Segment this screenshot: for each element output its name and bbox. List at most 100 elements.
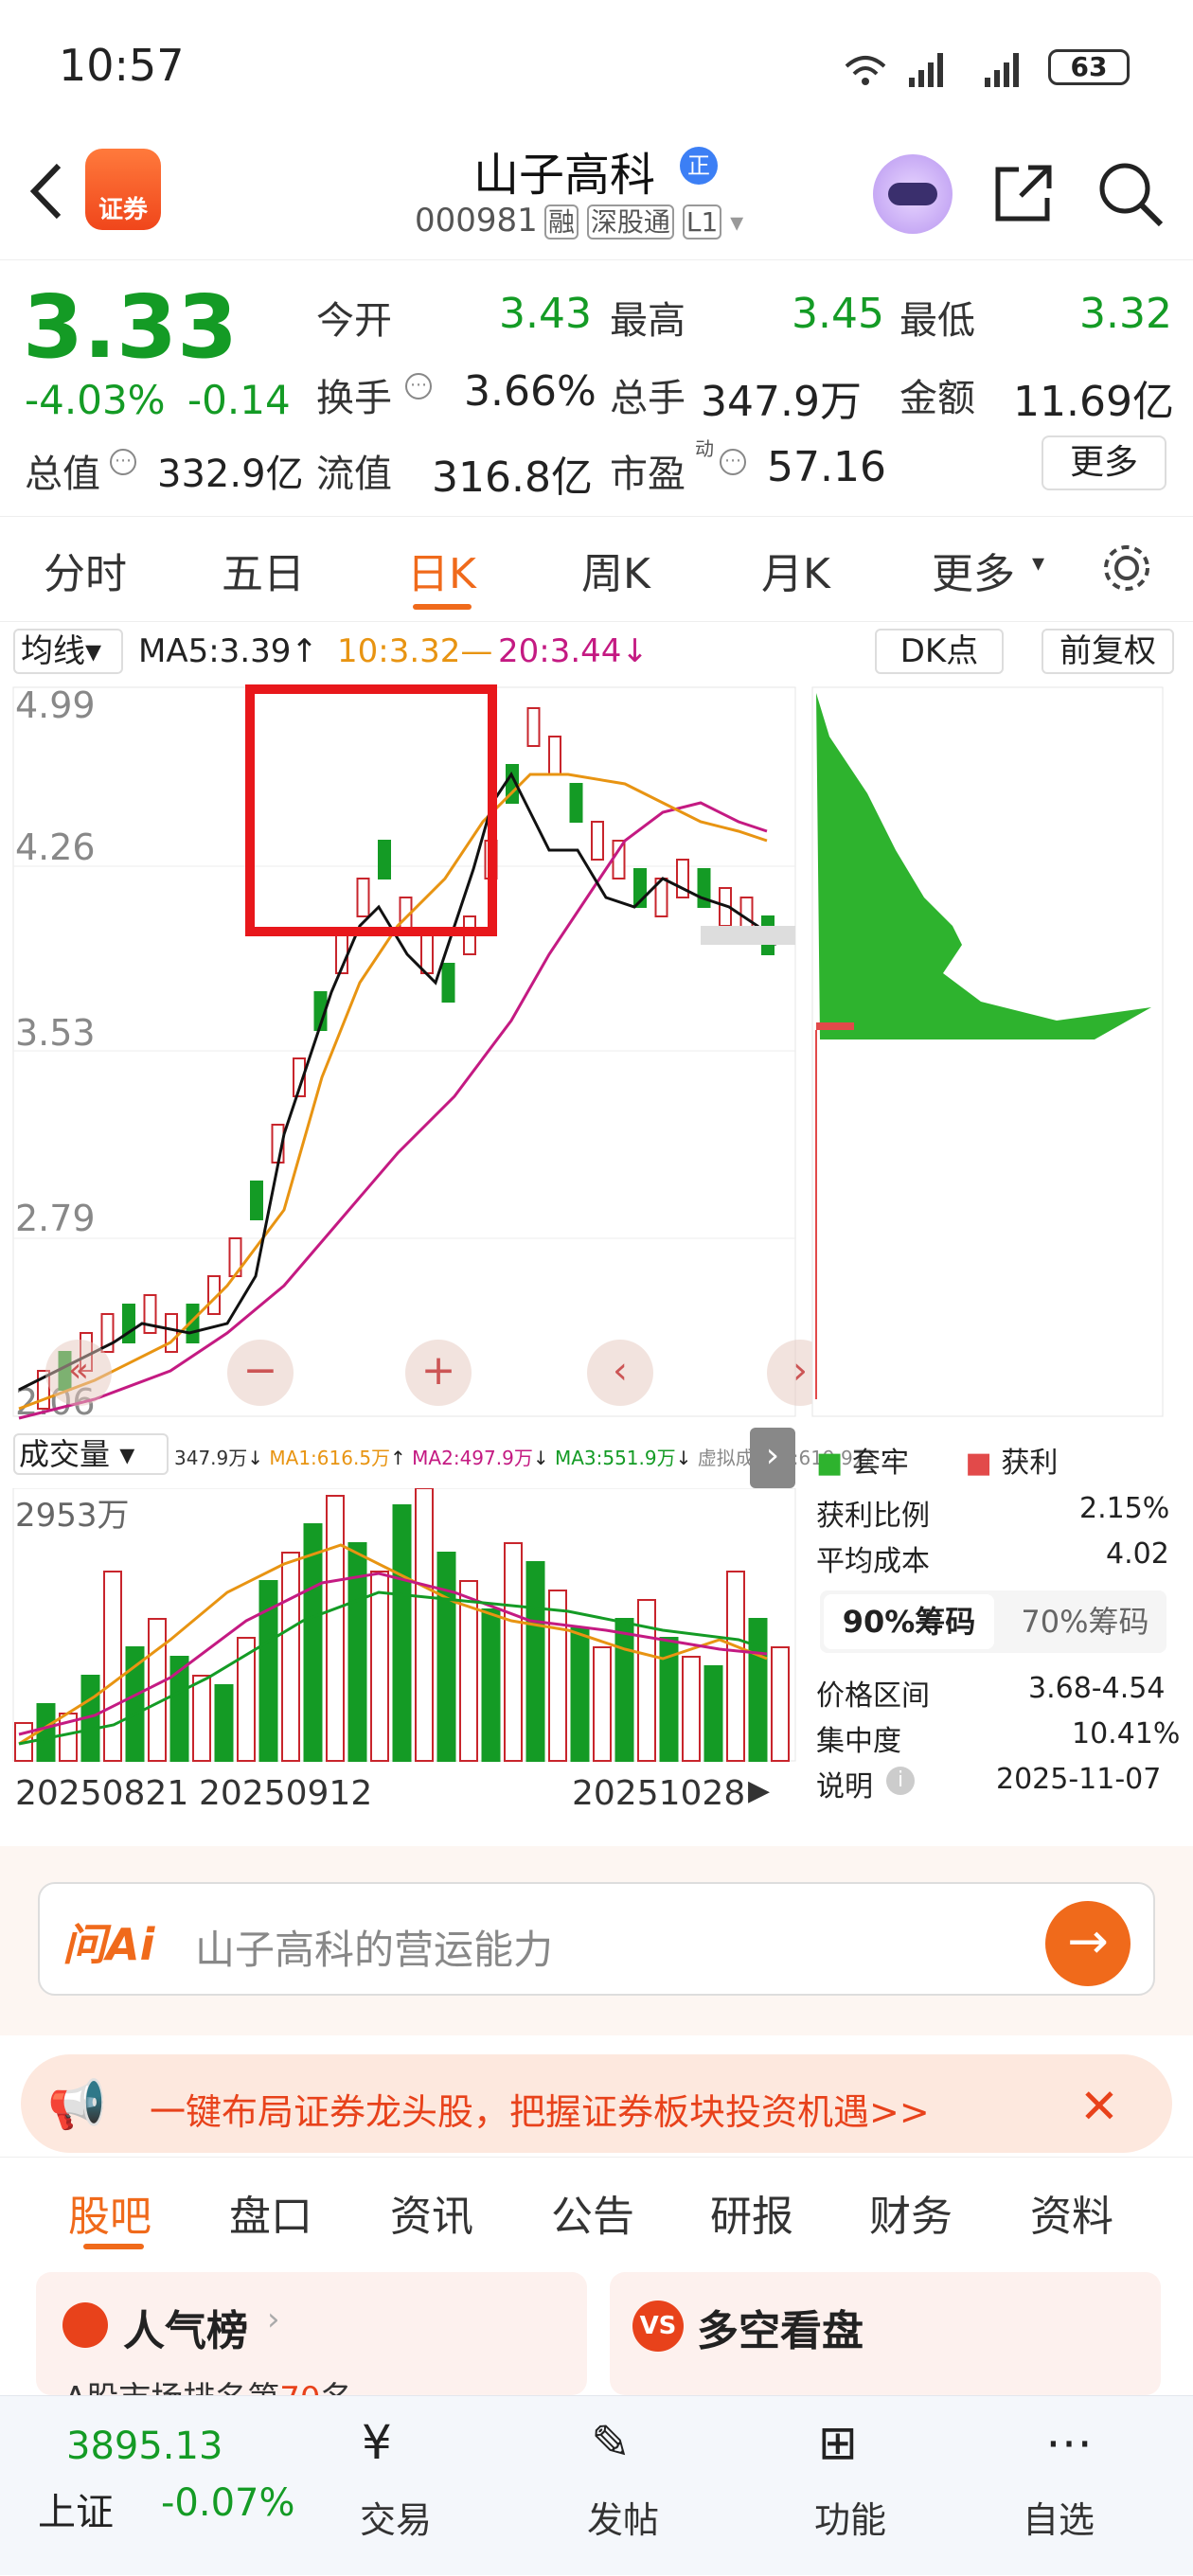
volume-bar [148, 1618, 167, 1762]
tab-orderbook[interactable]: 盘口 [229, 2182, 312, 2243]
candle [569, 783, 583, 823]
date-label-2: 20250912 [199, 1774, 373, 1813]
trade-icon[interactable]: ¥ [362, 2415, 392, 2470]
search-icon[interactable] [1095, 158, 1166, 230]
candle [250, 1181, 263, 1220]
nav-watchlist[interactable]: 自选 [1023, 2491, 1095, 2543]
axis-2.79: 2.79 [15, 1198, 96, 1239]
volume-bar [481, 1608, 501, 1762]
candle [420, 934, 434, 974]
signal-icons [845, 53, 1019, 87]
dk-point-button[interactable]: DK点 [875, 629, 1004, 674]
ma-selector[interactable]: 均线▾ [13, 629, 123, 674]
volume-selector[interactable]: 成交量 ▾ [13, 1433, 169, 1475]
stock-name: 山子高科 [473, 149, 656, 202]
axis-4.99: 4.99 [15, 684, 96, 726]
tab-news[interactable]: 资讯 [390, 2182, 473, 2243]
volume-bar [682, 1656, 701, 1762]
share-icon[interactable] [990, 160, 1057, 226]
info-icon[interactable]: ⋯ [720, 449, 746, 475]
chip-tabs: 90%筹码 70%筹码 [820, 1590, 1166, 1653]
tab-profile[interactable]: 资料 [1030, 2182, 1113, 2243]
promo-text: 一键布局证券龙头股，把握证券板块投资机遇>> [150, 2091, 930, 2133]
info-icon[interactable]: ⋯ [110, 449, 136, 475]
date-label-1: 20250821 [15, 1774, 189, 1813]
float-value: 316.8亿 [432, 453, 593, 502]
gear-icon[interactable] [1098, 540, 1155, 596]
nav-trade[interactable]: 交易 [360, 2491, 432, 2543]
tab-70-chips[interactable]: 70%筹码 [1009, 1594, 1161, 1649]
adjust-button[interactable]: 前复权 [1042, 629, 1174, 674]
active-tab-indicator [413, 604, 472, 610]
zoom-out-icon[interactable]: − [227, 1340, 294, 1406]
index-widget[interactable]: 3895.13 上证 -0.07% [0, 2396, 322, 2576]
note-label: 说明 [816, 1770, 873, 1803]
dk-marker [701, 926, 795, 945]
info-icon[interactable]: i [886, 1767, 915, 1795]
tab-5day[interactable]: 五日 [222, 540, 305, 600]
edit-icon[interactable]: ✎ [591, 2415, 631, 2470]
tab-forum[interactable]: 股吧 [68, 2182, 151, 2243]
zoom-in-icon[interactable]: + [405, 1340, 472, 1406]
avg-cost-value: 4.02 [1106, 1537, 1169, 1571]
app-logo[interactable]: 证券 [85, 149, 161, 230]
tab-monthly-k[interactable]: 月K [761, 540, 830, 600]
tab-90-chips[interactable]: 90%筹码 [824, 1594, 994, 1649]
turnover-label: 换手 [316, 377, 392, 420]
badge-sz-connect: 深股通 [586, 204, 674, 240]
volume-expand-button[interactable]: › [750, 1428, 795, 1488]
popularity-title: 人气榜 [123, 2307, 248, 2355]
pe-label: 市盈 [610, 453, 686, 496]
long-short-card[interactable]: VS 多空看盘 [610, 2272, 1161, 2395]
volume-bar [525, 1561, 545, 1762]
volume-bar [614, 1618, 634, 1762]
index-name: 上证 [38, 2491, 114, 2534]
change-pct: -4.03% [25, 377, 166, 423]
tab-daily-k[interactable]: 日K [407, 540, 476, 600]
tab-more[interactable]: 更多 [932, 540, 1015, 600]
tab-announcements[interactable]: 公告 [551, 2182, 634, 2243]
candle [356, 878, 370, 917]
promo-banner[interactable]: 📢 一键布局证券龙头股，把握证券板块投资机遇>> ✕ [21, 2054, 1172, 2153]
tab-research[interactable]: 研报 [710, 2182, 793, 2243]
scroll-left-icon[interactable]: ‹ [587, 1340, 653, 1406]
close-icon[interactable]: ✕ [1079, 2079, 1119, 2134]
popularity-card[interactable]: 人气榜 › A股市场排名第70名 [36, 2272, 587, 2418]
more-button[interactable]: 更多 [1042, 435, 1166, 490]
open-value: 3.43 [499, 290, 592, 338]
nav-functions[interactable]: 功能 [814, 2491, 886, 2543]
back-arrow-icon[interactable] [27, 162, 64, 221]
kline-chart[interactable]: 4.99 4.26 3.53 2.79 2.06 [0, 680, 805, 1428]
volume-bar [326, 1495, 345, 1762]
tab-finance[interactable]: 财务 [869, 2182, 953, 2243]
arrow-right-icon[interactable]: → [1045, 1901, 1131, 1986]
vs-icon: VS [632, 2301, 684, 2352]
tab-intraday[interactable]: 分时 [44, 540, 127, 600]
concentration-label: 集中度 [816, 1725, 901, 1758]
ma-selector-label: 均线 [21, 632, 85, 670]
clock: 10:57 [59, 40, 185, 91]
ma5-value: MA5:3.39↑ [138, 632, 318, 670]
high-value: 3.45 [792, 290, 884, 338]
stock-header: 证券 山子高科 正 000981 融 深股通 L1 ▾ [0, 137, 1193, 260]
more-icon[interactable]: ⋯ [1045, 2415, 1093, 2470]
robot-assistant-icon[interactable] [873, 154, 953, 234]
volume-bar [748, 1618, 768, 1762]
low-label: 最低 [899, 299, 975, 343]
amount-value: 11.69亿 [1013, 378, 1174, 426]
grid-icon[interactable]: ⊞ [818, 2415, 858, 2470]
play-icon[interactable]: ▶ [748, 1774, 770, 1807]
profit-ratio-value: 2.15% [1079, 1492, 1170, 1525]
low-value: 3.32 [1079, 290, 1172, 338]
status-bar: 10:57 63 [0, 0, 1193, 137]
volume-max-label: 2953万 [15, 1497, 130, 1535]
tab-weekly-k[interactable]: 周K [581, 540, 650, 600]
info-icon[interactable]: ⋯ [405, 373, 432, 400]
nav-post[interactable]: 发帖 [587, 2491, 659, 2543]
ma20-value: 20:3.44↓ [498, 632, 649, 670]
chevron-down-icon[interactable]: ▾ [730, 206, 743, 238]
jump-start-icon[interactable]: « [45, 1340, 112, 1406]
ai-search-bar[interactable]: 问Ai 山子高科的营运能力 → [38, 1882, 1155, 1996]
megaphone-icon: 📢 [47, 2077, 107, 2132]
ma10-value: 10:3.32— [337, 632, 493, 670]
